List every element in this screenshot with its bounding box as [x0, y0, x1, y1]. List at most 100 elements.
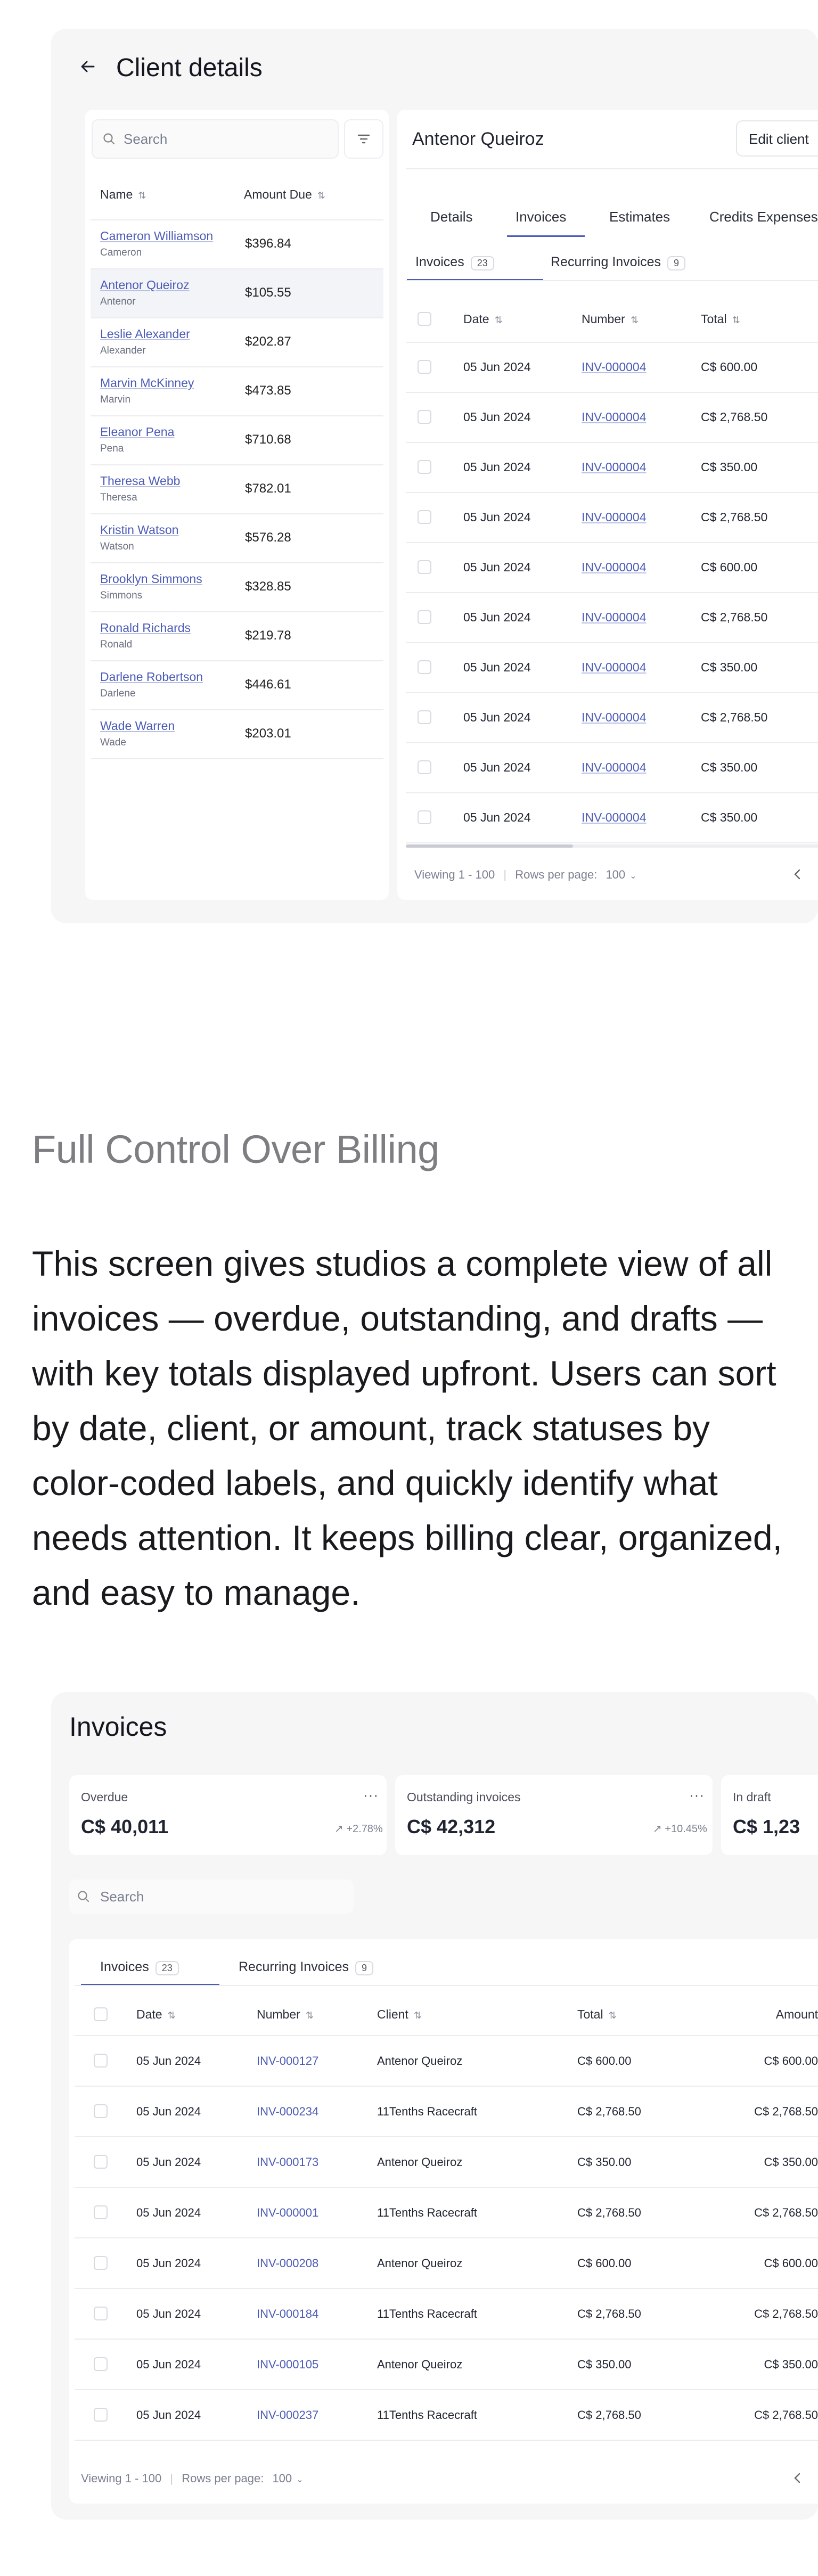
table-row[interactable]: 05 Jun 2024 INV-000004 C$ 2,768.50	[406, 693, 818, 743]
client-search[interactable]: Search	[92, 119, 339, 159]
invoice-number-link[interactable]: INV-000237	[257, 2408, 318, 2422]
table-row[interactable]: 05 Jun 2024 INV-000004 C$ 2,768.50	[406, 393, 818, 443]
invoice-number-link[interactable]: INV-000127	[257, 2054, 318, 2068]
search-input[interactable]: Search	[100, 1889, 144, 1905]
tab-estimates[interactable]: Estimates	[609, 209, 670, 225]
client-row[interactable]: Darlene Robertson Darlene $446.61	[91, 661, 383, 710]
row-checkbox[interactable]	[418, 360, 431, 374]
invoice-number-link[interactable]: INV-000004	[582, 510, 646, 524]
client-name-link[interactable]: Leslie Alexander	[100, 327, 190, 341]
table-row[interactable]: 05 Jun 2024 INV-000173 Antenor Queiroz C$ 3…	[75, 2137, 818, 2188]
client-row[interactable]: Brooklyn Simmons Simmons $328.85	[91, 563, 383, 612]
row-checkbox[interactable]	[418, 510, 431, 524]
subtab-invoices[interactable]: Invoices 23	[100, 1959, 179, 1975]
invoice-number-link[interactable]: INV-000105	[257, 2358, 318, 2372]
column-header-amount[interactable]: Amount	[776, 2007, 818, 2022]
column-header-date[interactable]: Date ⇅	[463, 312, 503, 326]
row-checkbox[interactable]	[418, 410, 431, 424]
table-row[interactable]: 05 Jun 2024 INV-000004 C$ 600.00	[406, 343, 818, 393]
rows-per-page-select[interactable]: 100 ⌄	[272, 2472, 303, 2485]
invoice-number-link[interactable]: INV-000004	[582, 710, 646, 725]
tab-invoices[interactable]: Invoices	[516, 209, 566, 225]
row-checkbox[interactable]	[418, 660, 431, 674]
column-header-total[interactable]: Total ⇅	[701, 312, 740, 326]
client-row[interactable]: Wade Warren Wade $203.01	[91, 710, 383, 759]
table-row[interactable]: 05 Jun 2024 INV-000237 11Tenths Racecraft C…	[75, 2390, 818, 2441]
column-header-name[interactable]: Name ⇅	[100, 187, 146, 202]
row-checkbox[interactable]	[94, 2357, 108, 2371]
client-name-link[interactable]: Cameron Williamson	[100, 229, 213, 243]
client-name-link[interactable]: Brooklyn Simmons	[100, 572, 202, 586]
table-row[interactable]: 05 Jun 2024 INV-000004 C$ 350.00	[406, 443, 818, 493]
client-row[interactable]: Ronald Richards Ronald $219.78	[91, 612, 383, 661]
row-checkbox[interactable]	[94, 2408, 108, 2422]
client-name-link[interactable]: Marvin McKinney	[100, 376, 194, 390]
row-checkbox[interactable]	[418, 760, 431, 774]
table-row[interactable]: 05 Jun 2024 INV-000004 C$ 2,768.50	[406, 493, 818, 543]
table-row[interactable]: 05 Jun 2024 INV-000004 C$ 350.00	[406, 793, 818, 843]
client-name-link[interactable]: Theresa Webb	[100, 474, 180, 488]
tab-details[interactable]: Details	[430, 209, 472, 225]
column-header-client[interactable]: Client ⇅	[377, 2007, 422, 2022]
client-row[interactable]: Eleanor Pena Pena $710.68	[91, 416, 383, 465]
client-name-link[interactable]: Wade Warren	[100, 719, 175, 733]
client-row[interactable]: Leslie Alexander Alexander $202.87	[91, 318, 383, 367]
row-checkbox[interactable]	[418, 810, 431, 824]
invoice-number-link[interactable]: INV-000004	[582, 560, 646, 575]
client-row[interactable]: Antenor Queiroz Antenor $105.55	[91, 269, 383, 318]
subtab-invoices[interactable]: Invoices 23	[415, 255, 494, 270]
table-row[interactable]: 05 Jun 2024 INV-000105 Antenor Queiroz C$ 3…	[75, 2340, 818, 2390]
table-row[interactable]: 05 Jun 2024 INV-000004 C$ 350.00	[406, 643, 818, 693]
scrollbar-thumb[interactable]	[406, 844, 573, 848]
back-arrow-icon[interactable]	[79, 58, 97, 76]
table-row[interactable]: 05 Jun 2024 INV-000004 C$ 600.00	[406, 543, 818, 593]
subtab-recurring-invoices[interactable]: Recurring Invoices 9	[551, 255, 686, 270]
invoice-number-link[interactable]: INV-000004	[582, 660, 646, 675]
table-row[interactable]: 05 Jun 2024 INV-000208 Antenor Queiroz C$ 6…	[75, 2238, 818, 2289]
select-all-checkbox[interactable]	[418, 312, 431, 326]
horizontal-scrollbar[interactable]	[406, 844, 818, 848]
invoice-number-link[interactable]: INV-000004	[582, 360, 646, 374]
client-name-link[interactable]: Darlene Robertson	[100, 670, 203, 684]
table-row[interactable]: 05 Jun 2024 INV-000234 11Tenths Racecraft C…	[75, 2087, 818, 2137]
table-row[interactable]: 05 Jun 2024 INV-000004 C$ 2,768.50	[406, 593, 818, 643]
row-checkbox[interactable]	[94, 2054, 108, 2068]
row-checkbox[interactable]	[94, 2155, 108, 2169]
column-header-number[interactable]: Number ⇅	[582, 312, 639, 326]
client-row[interactable]: Cameron Williamson Cameron $396.84	[91, 220, 383, 269]
client-name-link[interactable]: Antenor Queiroz	[100, 278, 189, 292]
subtab-recurring-invoices[interactable]: Recurring Invoices 9	[239, 1959, 374, 1975]
invoice-number-link[interactable]: INV-000234	[257, 2105, 318, 2119]
column-header-amount[interactable]: Amount Due ⇅	[244, 187, 325, 202]
invoice-number-link[interactable]: INV-000001	[257, 2206, 318, 2220]
filter-button[interactable]	[344, 119, 383, 159]
edit-client-button[interactable]: Edit client	[736, 120, 818, 157]
client-row[interactable]: Kristin Watson Watson $576.28	[91, 514, 383, 563]
invoice-number-link[interactable]: INV-000208	[257, 2257, 318, 2270]
client-name-link[interactable]: Kristin Watson	[100, 523, 178, 537]
row-checkbox[interactable]	[94, 2205, 108, 2219]
client-name-link[interactable]: Eleanor Pena	[100, 425, 174, 439]
row-checkbox[interactable]	[94, 2104, 108, 2118]
invoice-number-link[interactable]: INV-000004	[582, 410, 646, 424]
select-all-checkbox[interactable]	[94, 2007, 108, 2021]
client-name-link[interactable]: Ronald Richards	[100, 621, 191, 635]
table-row[interactable]: 05 Jun 2024 INV-000004 C$ 350.00	[406, 743, 818, 793]
column-header-date[interactable]: Date ⇅	[136, 2007, 176, 2022]
invoice-number-link[interactable]: INV-000184	[257, 2307, 318, 2321]
prev-page-icon[interactable]	[791, 2471, 804, 2485]
column-header-number[interactable]: Number ⇅	[257, 2007, 314, 2022]
invoice-number-link[interactable]: INV-000004	[582, 810, 646, 825]
rows-per-page-select[interactable]: 100 ⌄	[606, 868, 636, 881]
invoice-number-link[interactable]: INV-000004	[582, 760, 646, 775]
row-checkbox[interactable]	[418, 560, 431, 574]
client-row[interactable]: Theresa Webb Theresa $782.01	[91, 465, 383, 514]
search-input[interactable]: Search	[124, 131, 167, 147]
table-row[interactable]: 05 Jun 2024 INV-000127 Antenor Queiroz C$ 6…	[75, 2036, 818, 2087]
invoice-number-link[interactable]: INV-000004	[582, 610, 646, 625]
row-checkbox[interactable]	[418, 710, 431, 724]
more-options-icon[interactable]: ···	[363, 1787, 379, 1803]
invoice-number-link[interactable]: INV-000173	[257, 2155, 318, 2169]
invoice-search[interactable]: Search	[69, 1880, 354, 1914]
column-header-total[interactable]: Total ⇅	[577, 2007, 617, 2022]
